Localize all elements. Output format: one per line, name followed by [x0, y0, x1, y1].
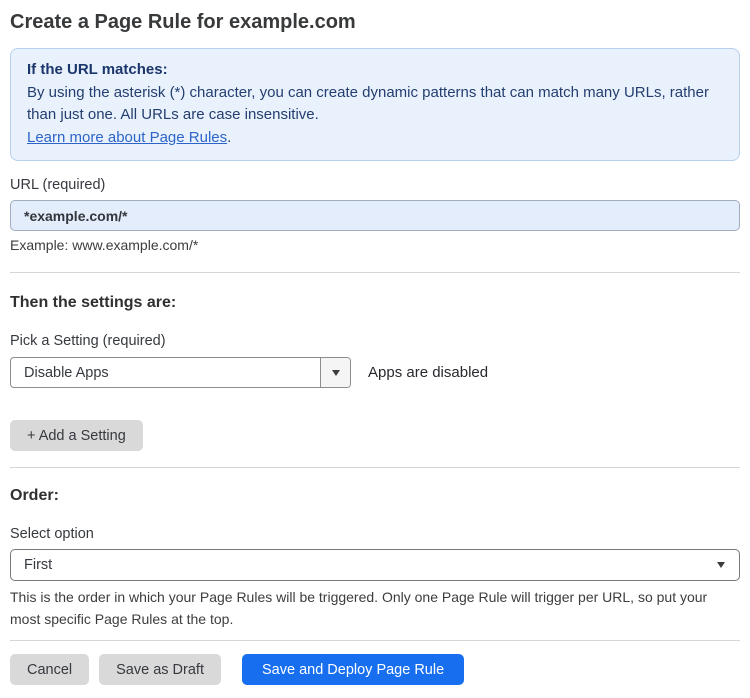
page-rule-form: Create a Page Rule for example.com If th…: [0, 9, 750, 685]
order-section-heading: Order:: [10, 487, 59, 504]
order-select[interactable]: First: [10, 549, 740, 581]
learn-more-link[interactable]: Learn more about Page Rules: [27, 129, 227, 146]
page-title: Create a Page Rule for example.com: [10, 11, 356, 33]
divider: [10, 272, 740, 273]
info-box-heading: If the URL matches:: [27, 61, 168, 78]
chevron-down-icon: [717, 562, 725, 568]
add-setting-button[interactable]: + Add a Setting: [10, 420, 143, 451]
setting-status-text: Apps are disabled: [368, 364, 489, 381]
setting-select[interactable]: Disable Apps: [10, 357, 351, 388]
chevron-down-icon: [331, 369, 340, 376]
divider: [10, 640, 740, 641]
setting-select-value: Disable Apps: [24, 364, 109, 381]
setting-row: Disable Apps Apps are disabled: [10, 357, 740, 388]
info-box-body: By using the asterisk (*) character, you…: [27, 83, 709, 124]
settings-section-heading: Then the settings are:: [10, 294, 177, 311]
url-input[interactable]: [10, 200, 740, 231]
url-label: URL (required): [10, 177, 106, 193]
link-period: .: [227, 128, 232, 146]
save-draft-button[interactable]: Save as Draft: [99, 654, 221, 685]
save-deploy-button[interactable]: Save and Deploy Page Rule: [241, 654, 465, 685]
divider: [10, 467, 740, 468]
info-link-row: Learn more about Page Rules.: [27, 127, 723, 150]
setting-picker-label: Pick a Setting (required): [10, 333, 166, 349]
url-match-info-box: If the URL matches: By using the asteris…: [10, 48, 740, 161]
url-example-helper: Example: www.example.com/*: [10, 237, 199, 253]
cancel-button[interactable]: Cancel: [10, 654, 90, 685]
setting-select-arrow-button[interactable]: [320, 358, 350, 387]
order-helper-text: This is the order in which your Page Rul…: [10, 589, 708, 627]
order-select-label: Select option: [10, 526, 94, 542]
footer-actions: Cancel Save as Draft Save and Deploy Pag…: [10, 654, 740, 685]
order-select-value: First: [24, 557, 53, 573]
